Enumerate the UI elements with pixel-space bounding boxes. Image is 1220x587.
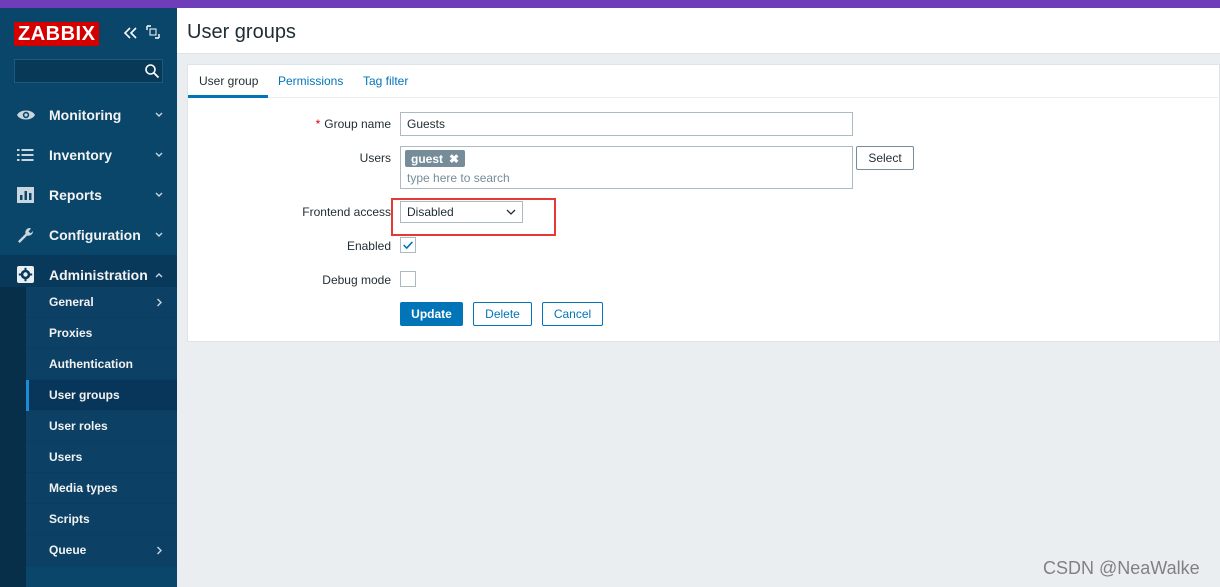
tab-user-group[interactable]: User group [199,74,258,88]
chevron-up-icon [155,273,163,278]
page-title: User groups [187,21,296,43]
group-name-input[interactable]: Guests [400,112,853,136]
search-icon[interactable] [144,63,160,79]
main-menu: Monitoring Inventory Reports Configurati… [0,95,177,295]
zabbix-logo[interactable]: ZABBIX [14,22,100,46]
enabled-label: Enabled [346,239,391,253]
tab-permissions[interactable]: Permissions [278,74,343,88]
watermark-text: CSDN @NeaWalke [1043,558,1200,578]
user-chip-guest: guest ✖ [405,150,466,167]
chevron-down-icon [155,112,163,117]
top-accent-bar [0,0,1220,8]
enabled-checkbox[interactable] [400,237,416,253]
chevron-down-icon [155,192,163,197]
update-button[interactable]: Update [400,302,463,326]
active-tab-indicator [188,95,268,98]
submenu-label: Users [49,450,83,464]
logo-row: ZABBIX [14,22,169,46]
menu-item-inventory[interactable]: Inventory [0,135,177,175]
tab-bar: User group Permissions Tag filter [188,65,1220,98]
submenu-label: User roles [49,419,108,433]
submenu-label: Authentication [49,357,133,371]
page-header: User groups [177,8,1220,54]
required-marker: * [315,117,321,131]
submenu-label: General [49,295,94,309]
wrench-icon [18,227,34,243]
submenu-item-user-groups[interactable]: User groups [26,380,177,411]
menu-label: Administration [49,267,148,283]
submenu-item-users[interactable]: Users [26,442,177,473]
users-label: Users [359,151,391,165]
menu-label: Reports [49,187,102,203]
submenu-item-general[interactable]: General [26,287,177,318]
chevron-down-icon [155,232,163,237]
submenu-item-proxies[interactable]: Proxies [26,318,177,349]
annotation-highlight-box [391,198,556,236]
menu-label: Inventory [49,147,113,163]
submenu-item-user-roles[interactable]: User roles [26,411,177,442]
cancel-button[interactable]: Cancel [542,302,603,326]
submenu-item-media-types[interactable]: Media types [26,473,177,504]
gear-icon [17,266,34,283]
group-name-label-text: Group name [324,117,391,131]
administration-submenu: General Proxies Authentication User grou… [0,287,177,566]
menu-item-monitoring[interactable]: Monitoring [0,95,177,135]
submenu-item-queue[interactable]: Queue [26,535,177,566]
remove-chip-icon[interactable]: ✖ [449,152,459,166]
chevron-right-icon [157,546,162,555]
bar-chart-icon [17,187,34,203]
users-multiselect[interactable]: guest ✖ type here to search [400,146,853,189]
submenu-label: Scripts [49,512,90,526]
delete-button[interactable]: Delete [473,302,532,326]
chip-label: guest [411,151,444,166]
list-icon [17,149,34,161]
kiosk-mode-icon[interactable] [146,25,160,39]
tab-tag-filter[interactable]: Tag filter [363,74,408,88]
menu-item-reports[interactable]: Reports [0,175,177,215]
checkmark-icon [403,241,413,250]
menu-label: Monitoring [49,107,122,123]
submenu-label: Proxies [49,326,93,340]
form-panel: User group Permissions Tag filter [187,64,1220,342]
users-search-placeholder[interactable]: type here to search [407,171,510,185]
select-users-button[interactable]: Select [856,146,914,170]
submenu-label: Media types [49,481,118,495]
debug-mode-checkbox[interactable] [400,271,416,287]
submenu-item-authentication[interactable]: Authentication [26,349,177,380]
submenu-label: User groups [49,388,120,402]
menu-label: Configuration [49,227,141,243]
collapse-sidebar-icon[interactable] [122,24,138,42]
debug-mode-label: Debug mode [322,273,391,287]
sidebar-search-input[interactable] [14,59,163,83]
submenu-item-scripts[interactable]: Scripts [26,504,177,535]
submenu-label: Queue [49,543,87,557]
frontend-access-label: Frontend access [302,205,391,219]
chevron-right-icon [157,298,162,307]
group-name-label: * Group name [191,117,391,131]
menu-item-configuration[interactable]: Configuration [0,215,177,255]
chevron-down-icon [155,152,163,157]
eye-icon [17,110,35,120]
